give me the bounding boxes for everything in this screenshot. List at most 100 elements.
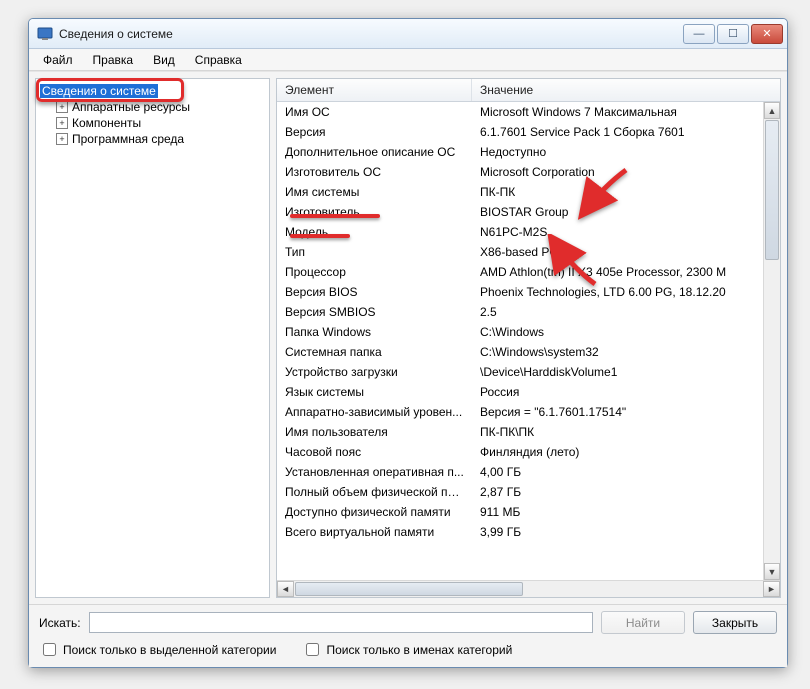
- horizontal-scrollbar[interactable]: ◄ ►: [277, 580, 780, 597]
- table-row[interactable]: Язык системыРоссия: [277, 382, 763, 402]
- check-names-only[interactable]: Поиск только в именах категорий: [302, 640, 512, 659]
- scroll-up-icon[interactable]: ▲: [764, 102, 780, 119]
- checkbox-selected-category[interactable]: [43, 643, 56, 656]
- menu-view[interactable]: Вид: [143, 51, 185, 69]
- cell-element: Тип: [277, 243, 472, 261]
- details-header[interactable]: Элемент Значение: [277, 79, 780, 102]
- tree-item-system-summary[interactable]: Сведения о системе: [38, 83, 267, 99]
- cell-element: Полный объем физической па...: [277, 483, 472, 501]
- table-row[interactable]: Часовой поясФинляндия (лето): [277, 442, 763, 462]
- expander-icon[interactable]: +: [56, 117, 68, 129]
- minimize-button[interactable]: —: [683, 24, 715, 44]
- cell-element: Язык системы: [277, 383, 472, 401]
- cell-value: C:\Windows: [472, 323, 763, 341]
- column-header-element[interactable]: Элемент: [277, 79, 472, 101]
- table-row[interactable]: Установленная оперативная п...4,00 ГБ: [277, 462, 763, 482]
- table-row[interactable]: Дополнительное описание ОСНедоступно: [277, 142, 763, 162]
- tree-item-label: Программная среда: [72, 132, 184, 146]
- scroll-left-icon[interactable]: ◄: [277, 581, 294, 597]
- cell-value: Microsoft Windows 7 Максимальная: [472, 103, 763, 121]
- cell-element: Изготовитель ОС: [277, 163, 472, 181]
- table-row[interactable]: Полный объем физической па...2,87 ГБ: [277, 482, 763, 502]
- cell-value: Финляндия (лето): [472, 443, 763, 461]
- find-label: Искать:: [39, 616, 81, 630]
- cell-value: Версия = "6.1.7601.17514": [472, 403, 763, 421]
- cell-value: ПК-ПК\ПК: [472, 423, 763, 441]
- table-row[interactable]: Имя ОСMicrosoft Windows 7 Максимальная: [277, 102, 763, 122]
- cell-value: X86-based PC: [472, 243, 763, 261]
- table-row[interactable]: Версия BIOSPhoenix Technologies, LTD 6.0…: [277, 282, 763, 302]
- scroll-track[interactable]: [764, 261, 780, 563]
- table-row[interactable]: Доступно физической памяти911 МБ: [277, 502, 763, 522]
- cell-element: Системная папка: [277, 343, 472, 361]
- table-row[interactable]: ПроцессорAMD Athlon(tm) II X3 405e Proce…: [277, 262, 763, 282]
- scroll-thumb[interactable]: [295, 582, 523, 596]
- find-bar: Искать: Найти Закрыть Поиск только в выд…: [29, 604, 787, 667]
- table-row[interactable]: Папка WindowsC:\Windows: [277, 322, 763, 342]
- cell-value: 2,87 ГБ: [472, 483, 763, 501]
- check-selected-category[interactable]: Поиск только в выделенной категории: [39, 640, 276, 659]
- cell-element: Изготовитель: [277, 203, 472, 221]
- cell-element: Версия BIOS: [277, 283, 472, 301]
- close-find-button[interactable]: Закрыть: [693, 611, 777, 634]
- details-body: Имя ОСMicrosoft Windows 7 МаксимальнаяВе…: [277, 102, 780, 580]
- table-row[interactable]: Изготовитель ОСMicrosoft Corporation: [277, 162, 763, 182]
- tree-item-hardware-resources[interactable]: + Аппаратные ресурсы: [38, 99, 267, 115]
- checkbox-names-only[interactable]: [306, 643, 319, 656]
- column-header-value[interactable]: Значение: [472, 79, 780, 101]
- details-rows[interactable]: Имя ОСMicrosoft Windows 7 МаксимальнаяВе…: [277, 102, 763, 580]
- scroll-right-icon[interactable]: ►: [763, 581, 780, 597]
- cell-element: Имя ОС: [277, 103, 472, 121]
- details-pane: Элемент Значение Имя ОСMicrosoft Windows…: [276, 78, 781, 598]
- table-row[interactable]: Устройство загрузки\Device\HarddiskVolum…: [277, 362, 763, 382]
- table-row[interactable]: ТипX86-based PC: [277, 242, 763, 262]
- checkbox-label: Поиск только в именах категорий: [326, 643, 512, 657]
- cell-value: ПК-ПК: [472, 183, 763, 201]
- vertical-scrollbar[interactable]: ▲ ▼: [763, 102, 780, 580]
- menu-help[interactable]: Справка: [185, 51, 252, 69]
- close-button[interactable]: ✕: [751, 24, 783, 44]
- titlebar[interactable]: Сведения о системе — ☐ ✕: [29, 19, 787, 49]
- table-row[interactable]: Всего виртуальной памяти3,99 ГБ: [277, 522, 763, 542]
- menu-file[interactable]: Файл: [33, 51, 83, 69]
- cell-value: \Device\HarddiskVolume1: [472, 363, 763, 381]
- menu-edit[interactable]: Правка: [83, 51, 144, 69]
- scroll-track[interactable]: [294, 581, 763, 597]
- cell-element: Процессор: [277, 263, 472, 281]
- cell-value: 3,99 ГБ: [472, 523, 763, 541]
- maximize-button[interactable]: ☐: [717, 24, 749, 44]
- cell-value: 2.5: [472, 303, 763, 321]
- cell-value: Microsoft Corporation: [472, 163, 763, 181]
- cell-element: Имя системы: [277, 183, 472, 201]
- table-row[interactable]: Системная папкаC:\Windows\system32: [277, 342, 763, 362]
- cell-element: Версия SMBIOS: [277, 303, 472, 321]
- table-row[interactable]: Версия SMBIOS2.5: [277, 302, 763, 322]
- table-row[interactable]: Аппаратно-зависимый уровен...Версия = "6…: [277, 402, 763, 422]
- cell-element: Дополнительное описание ОС: [277, 143, 472, 161]
- expander-icon[interactable]: +: [56, 101, 68, 113]
- tree-item-label: Сведения о системе: [40, 84, 158, 98]
- tree-item-components[interactable]: + Компоненты: [38, 115, 267, 131]
- tree-pane[interactable]: Сведения о системе + Аппаратные ресурсы …: [35, 78, 270, 598]
- cell-value: C:\Windows\system32: [472, 343, 763, 361]
- table-row[interactable]: Версия6.1.7601 Service Pack 1 Сборка 760…: [277, 122, 763, 142]
- app-icon: [37, 26, 53, 42]
- cell-element: Аппаратно-зависимый уровен...: [277, 403, 472, 421]
- cell-element: Модель: [277, 223, 472, 241]
- cell-element: Часовой пояс: [277, 443, 472, 461]
- table-row[interactable]: ИзготовительBIOSTAR Group: [277, 202, 763, 222]
- tree-item-label: Компоненты: [72, 116, 141, 130]
- table-row[interactable]: Имя системыПК-ПК: [277, 182, 763, 202]
- expander-icon[interactable]: +: [56, 133, 68, 145]
- scroll-thumb[interactable]: [765, 120, 779, 260]
- table-row[interactable]: Имя пользователяПК-ПК\ПК: [277, 422, 763, 442]
- cell-value: 911 МБ: [472, 503, 763, 521]
- find-button[interactable]: Найти: [601, 611, 685, 634]
- find-input[interactable]: [89, 612, 593, 633]
- cell-element: Всего виртуальной памяти: [277, 523, 472, 541]
- cell-value: BIOSTAR Group: [472, 203, 763, 221]
- scroll-down-icon[interactable]: ▼: [764, 563, 780, 580]
- cell-value: AMD Athlon(tm) II X3 405e Processor, 230…: [472, 263, 763, 281]
- table-row[interactable]: МодельN61PC-M2S: [277, 222, 763, 242]
- tree-item-software-environment[interactable]: + Программная среда: [38, 131, 267, 147]
